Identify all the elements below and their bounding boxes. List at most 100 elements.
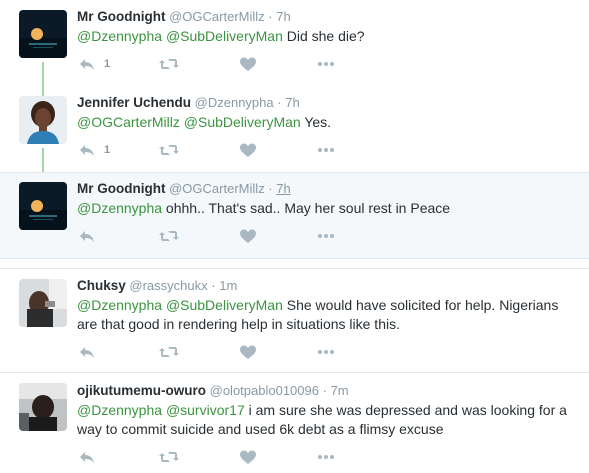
retweet-icon: [159, 452, 179, 462]
user-handle[interactable]: @OGCarterMillz: [169, 9, 265, 24]
separator-dot: ·: [277, 95, 282, 110]
like-button[interactable]: [240, 449, 256, 465]
tweet-body-line-2: way to commit suicide and used 6k debt a…: [77, 421, 444, 437]
reply-count: 1: [104, 144, 111, 156]
tweet-actions: 1: [77, 142, 337, 158]
mention-link[interactable]: @Dzennypha: [77, 200, 162, 216]
tweet-header: ojikutumemu-owuro @olotpablo010096 · 7m: [77, 383, 349, 399]
display-name[interactable]: Mr Goodnight: [77, 9, 165, 24]
mention-link[interactable]: @Dzennypha: [77, 28, 162, 44]
user-handle[interactable]: @OGCarterMillz: [169, 181, 265, 196]
reply-icon: [80, 231, 94, 242]
heart-icon: [240, 345, 256, 359]
retweet-icon: [159, 145, 179, 155]
heart-icon: [240, 229, 256, 243]
separator-dot: ·: [268, 181, 273, 196]
heart-icon: [240, 57, 256, 71]
retweet-button[interactable]: [159, 449, 179, 465]
mention-link[interactable]: @SubDeliveryMan: [166, 28, 283, 44]
reply-button[interactable]: 1: [79, 142, 110, 158]
moon-night-avatar[interactable]: [19, 10, 67, 58]
more-button[interactable]: [318, 449, 334, 465]
timestamp[interactable]: 1m: [219, 278, 237, 293]
moon-night-avatar[interactable]: [19, 182, 67, 230]
reply-button[interactable]: [79, 449, 95, 465]
reply-icon: [80, 347, 94, 358]
tweet-text: @Dzennypha @SubDeliveryMan Did she die?: [77, 27, 587, 46]
reply-count: 1: [104, 58, 111, 70]
tweet-header: Mr Goodnight @OGCarterMillz · 7h: [77, 9, 291, 25]
tweet[interactable]: ojikutumemu-owuro @olotpablo010096 · 7m …: [0, 373, 589, 473]
more-button[interactable]: [318, 56, 334, 72]
timestamp[interactable]: 7h: [285, 95, 299, 110]
tweet[interactable]: Jennifer Uchendu @Dzennypha · 7h @OGCart…: [0, 86, 589, 172]
like-button[interactable]: [240, 56, 256, 72]
user-handle[interactable]: @Dzennypha: [195, 95, 274, 110]
more-dots-icon: [318, 234, 334, 238]
user-handle[interactable]: @olotpablo010096: [210, 383, 319, 398]
separator-dot: ·: [268, 9, 273, 24]
tweet-actions: [77, 449, 337, 465]
mention-link[interactable]: @survivor17: [166, 402, 245, 418]
tweet-body-line-1: She would have solicited for help. Niger…: [282, 297, 559, 313]
mention-link[interactable]: @SubDeliveryMan: [184, 114, 301, 130]
tweet-text: @Dzennypha @survivor17 i am sure she was…: [77, 401, 587, 439]
car-selfie-avatar[interactable]: [19, 383, 67, 431]
tweet-text: @OGCarterMillz @SubDeliveryMan Yes.: [77, 113, 587, 132]
reply-icon: [80, 452, 94, 463]
mention-link[interactable]: @Dzennypha: [77, 297, 162, 313]
more-dots-icon: [318, 350, 334, 354]
more-button[interactable]: [318, 344, 334, 360]
tweet[interactable]: Mr Goodnight @OGCarterMillz · 7h @Dzenny…: [0, 173, 589, 258]
more-dots-icon: [318, 455, 334, 459]
heart-icon: [240, 450, 256, 464]
tweet-text: @Dzennypha @SubDeliveryMan She would hav…: [77, 296, 587, 334]
more-button[interactable]: [318, 228, 334, 244]
tweet[interactable]: Chuksy @rassychukx · 1m @Dzennypha @SubD…: [0, 269, 589, 372]
reply-button[interactable]: 1: [79, 56, 110, 72]
mention-link[interactable]: @SubDeliveryMan: [166, 297, 283, 313]
like-button[interactable]: [240, 344, 256, 360]
retweet-button[interactable]: [159, 56, 179, 72]
retweet-button[interactable]: [159, 228, 179, 244]
separator-dot: ·: [211, 278, 216, 293]
man-phone-avatar[interactable]: [19, 279, 67, 327]
timestamp[interactable]: 7h: [276, 181, 290, 196]
tweet[interactable]: Mr Goodnight @OGCarterMillz · 7h @Dzenny…: [0, 0, 589, 86]
more-dots-icon: [318, 62, 334, 66]
more-button[interactable]: [318, 142, 334, 158]
tweet-text: @Dzennypha ohhh.. That's sad.. May her s…: [77, 199, 587, 218]
tweet-header: Jennifer Uchendu @Dzennypha · 7h: [77, 95, 300, 111]
separator-dot: ·: [322, 383, 327, 398]
more-dots-icon: [318, 148, 334, 152]
display-name[interactable]: Mr Goodnight: [77, 181, 165, 196]
tweet-body-line-2: are that good in rendering help in situa…: [77, 316, 400, 332]
tweet-header: Chuksy @rassychukx · 1m: [77, 278, 237, 294]
woman-portrait-avatar[interactable]: [19, 96, 67, 144]
retweet-button[interactable]: [159, 142, 179, 158]
reply-icon: [80, 59, 94, 70]
tweet-body: ohhh.. That's sad.. May her soul rest in…: [162, 200, 451, 216]
like-button[interactable]: [240, 228, 256, 244]
reply-button[interactable]: [79, 228, 95, 244]
like-button[interactable]: [240, 142, 256, 158]
mention-link[interactable]: @Dzennypha: [77, 402, 162, 418]
display-name[interactable]: Chuksy: [77, 278, 126, 293]
reply-icon: [80, 145, 94, 156]
tweet-actions: [77, 228, 337, 244]
user-handle[interactable]: @rassychukx: [129, 278, 207, 293]
tweet-body-line-1: i am sure she was depressed and was look…: [244, 402, 567, 418]
tweet-actions: [77, 344, 337, 360]
tweet-body: Yes.: [300, 114, 332, 130]
tweet-header: Mr Goodnight @OGCarterMillz · 7h: [77, 181, 291, 197]
tweet-actions: 1: [77, 56, 337, 72]
tweet-body: Did she die?: [282, 28, 365, 44]
retweet-button[interactable]: [159, 344, 179, 360]
reply-button[interactable]: [79, 344, 95, 360]
display-name[interactable]: Jennifer Uchendu: [77, 95, 191, 110]
retweet-icon: [159, 59, 179, 69]
timestamp[interactable]: 7h: [276, 9, 290, 24]
display-name[interactable]: ojikutumemu-owuro: [77, 383, 206, 398]
mention-link[interactable]: @OGCarterMillz: [77, 114, 180, 130]
timestamp[interactable]: 7m: [331, 383, 349, 398]
